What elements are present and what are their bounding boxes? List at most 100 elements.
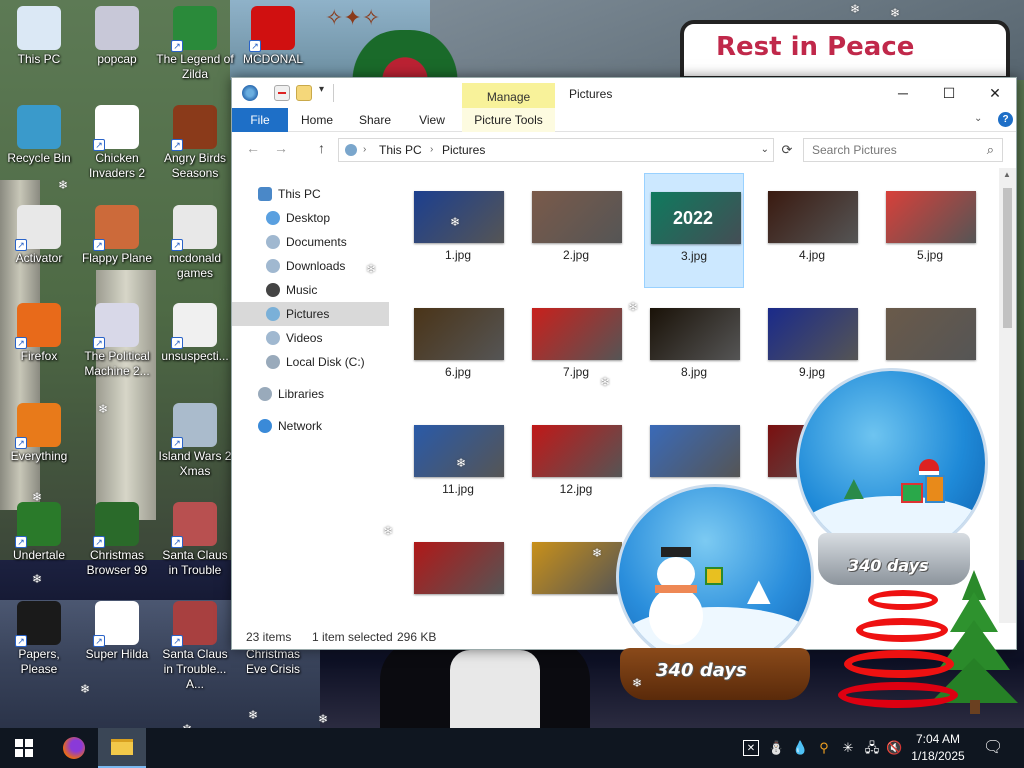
- nav-this-pc[interactable]: This PC: [232, 182, 389, 206]
- desktop-icon-undertale[interactable]: ↗ Undertale: [0, 502, 78, 563]
- snow-globe-left[interactable]: ▲ 340 days: [612, 484, 818, 702]
- maximize-button[interactable]: ☐: [926, 78, 972, 108]
- snowflake-tray-icon[interactable]: ✳: [840, 740, 856, 756]
- image-thumbnail: [532, 425, 622, 477]
- snowflake-icon: ❄: [80, 682, 91, 696]
- image-thumbnail: [768, 191, 858, 243]
- file-item[interactable]: 2022 3.jpg: [644, 173, 744, 288]
- nav-videos[interactable]: Videos: [232, 326, 389, 350]
- desktop-icon-santa-claus-2[interactable]: ↗ Santa Claus in Trouble... A...: [156, 601, 234, 692]
- nav-documents[interactable]: Documents: [232, 230, 389, 254]
- snowman-icon: [649, 547, 703, 647]
- nav-network[interactable]: Network: [232, 414, 389, 438]
- taskbar-firefox[interactable]: [50, 728, 98, 768]
- network-icon: [258, 419, 272, 433]
- file-item[interactable]: 8.jpg: [644, 290, 744, 405]
- expand-ribbon-icon[interactable]: ⌄: [974, 113, 982, 124]
- scroll-up-icon[interactable]: ▲: [1003, 170, 1011, 179]
- start-button[interactable]: [0, 728, 48, 768]
- search-placeholder: Search Pictures: [812, 143, 897, 157]
- snowflake-icon: ❄: [58, 178, 69, 192]
- desktop-icon-chicken-invaders[interactable]: ↗ Chicken Invaders 2: [78, 105, 156, 181]
- desktop-icon-unsuspecting[interactable]: ↗ unsuspecti...: [156, 303, 234, 364]
- desktop-icon-popcap[interactable]: popcap: [78, 6, 156, 67]
- vertical-scrollbar[interactable]: ▲: [999, 168, 1016, 623]
- desktop-icon-angry-birds[interactable]: ↗ Angry Birds Seasons: [156, 105, 234, 181]
- search-tray-icon[interactable]: ⚲: [816, 740, 832, 756]
- desktop-icon-flappy-plane[interactable]: ↗ Flappy Plane: [78, 205, 156, 266]
- file-item[interactable]: [408, 524, 508, 623]
- new-folder-icon[interactable]: [296, 85, 312, 101]
- nav-pictures[interactable]: Pictures: [232, 302, 389, 326]
- desktop-icon-papers-please[interactable]: ↗ Papers, Please: [0, 601, 78, 677]
- up-arrow-icon[interactable]: ↑: [318, 140, 325, 156]
- tray-app-icon[interactable]: ⛄: [768, 740, 784, 756]
- desktop-icon-zilda[interactable]: ↗ The Legend of Zilda: [156, 6, 234, 82]
- desktop-icon-activator[interactable]: ↗ Activator: [0, 205, 78, 266]
- desktop-icon-santa-claus[interactable]: ↗ Santa Claus in Trouble: [156, 502, 234, 578]
- file-item[interactable]: 1.jpg: [408, 173, 508, 288]
- file-item[interactable]: 5.jpg: [880, 173, 980, 288]
- image-thumbnail: [886, 191, 976, 243]
- taskbar-file-explorer[interactable]: [98, 728, 146, 768]
- address-bar[interactable]: › This PC › Pictures ⌄: [338, 138, 774, 162]
- file-item[interactable]: 6.jpg: [408, 290, 508, 405]
- antivirus-tray-icon[interactable]: ✕: [743, 740, 759, 756]
- tab-share[interactable]: Share: [352, 108, 398, 132]
- search-input[interactable]: Search Pictures ⌕: [803, 138, 1003, 162]
- explorer-app-icon[interactable]: [242, 85, 258, 101]
- help-icon[interactable]: ?: [998, 112, 1013, 127]
- minimize-button[interactable]: ─: [880, 78, 926, 108]
- santa-claus-2-icon: ↗: [171, 601, 217, 647]
- nav-libraries[interactable]: Libraries: [232, 382, 389, 406]
- tree-icon: ▲: [739, 569, 779, 613]
- scrollbar-thumb[interactable]: [1003, 188, 1012, 328]
- quick-access-dropdown-icon[interactable]: ▾: [319, 84, 324, 95]
- back-arrow-icon[interactable]: ←: [246, 140, 260, 156]
- snow-globe-right[interactable]: ▲ 340 days: [796, 368, 992, 588]
- tab-file[interactable]: File: [232, 108, 288, 132]
- desktop-icon-island-wars[interactable]: ↗ Island Wars 2 Xmas: [156, 403, 234, 479]
- desktop-icon-political-machine[interactable]: ↗ The Political Machine 2...: [78, 303, 156, 379]
- nav-local-disk[interactable]: Local Disk (C:): [232, 350, 389, 374]
- desktop-icon-this-pc[interactable]: This PC: [0, 6, 78, 67]
- file-item[interactable]: 7.jpg: [526, 290, 626, 405]
- notifications-icon[interactable]: 🗨: [983, 740, 1003, 756]
- properties-icon[interactable]: [274, 85, 290, 101]
- title-bar[interactable]: ▾ Manage Pictures ─ ☐ ✕: [232, 78, 1018, 109]
- volume-muted-icon[interactable]: 🔇: [886, 740, 902, 756]
- shortcut-arrow-icon: ↗: [15, 536, 27, 548]
- tab-picture-tools[interactable]: Picture Tools: [462, 108, 555, 132]
- desktop-icon-everything[interactable]: ↗ Everything: [0, 403, 78, 464]
- desktop-icon-mcdonalds[interactable]: ↗ MCDONAL: [234, 6, 312, 67]
- chicken-invaders-icon: ↗: [93, 105, 139, 151]
- desktop-icon-mcdonald-games[interactable]: ↗ mcdonald games: [156, 205, 234, 281]
- close-button[interactable]: ✕: [972, 78, 1018, 108]
- desktop-icon-label: The Legend of Zilda: [156, 52, 234, 81]
- refresh-icon[interactable]: ⟳: [777, 140, 797, 160]
- network-tray-icon[interactable]: 🖧: [864, 740, 880, 756]
- shortcut-arrow-icon: ↗: [171, 239, 183, 251]
- days-counter: 340 days: [656, 660, 747, 681]
- tab-home[interactable]: Home: [294, 108, 340, 132]
- nav-music[interactable]: Music: [232, 278, 389, 302]
- system-clock[interactable]: 7:04 AM 1/18/2025: [905, 731, 971, 765]
- file-item[interactable]: 4.jpg: [762, 173, 862, 288]
- breadcrumb-this-pc[interactable]: This PC: [379, 139, 422, 161]
- shortcut-arrow-icon: ↗: [171, 437, 183, 449]
- desktop-icon-christmas-browser[interactable]: ↗ Christmas Browser 99: [78, 502, 156, 578]
- file-item[interactable]: 2.jpg: [526, 173, 626, 288]
- manage-contextual-tab[interactable]: Manage: [462, 83, 555, 109]
- nav-label: Downloads: [286, 259, 346, 273]
- tab-view[interactable]: View: [409, 108, 455, 132]
- droplet-tray-icon[interactable]: 💧: [792, 740, 808, 756]
- forward-arrow-icon[interactable]: →: [274, 140, 288, 156]
- desktop-icon-super-hilda[interactable]: ↗ Super Hilda: [78, 601, 156, 662]
- desktop-icon-firefox[interactable]: ↗ Firefox: [0, 303, 78, 364]
- address-dropdown-icon[interactable]: ⌄: [761, 139, 769, 161]
- file-item[interactable]: 12.jpg: [526, 407, 626, 522]
- file-item[interactable]: [526, 524, 626, 623]
- breadcrumb-pictures[interactable]: Pictures: [442, 139, 485, 161]
- nav-desktop[interactable]: Desktop: [232, 206, 389, 230]
- desktop-icon-recycle-bin[interactable]: Recycle Bin: [0, 105, 78, 166]
